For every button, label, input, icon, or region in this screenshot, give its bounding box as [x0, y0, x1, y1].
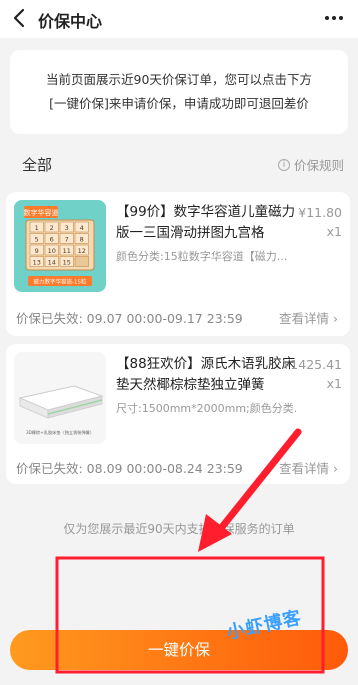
- puzzle-tile-number: 14: [48, 259, 56, 267]
- puzzle-tile: [74, 256, 89, 267]
- chevron-right-icon: ›: [333, 461, 338, 476]
- one-click-price-protect-button[interactable]: 一键价保: [10, 630, 348, 670]
- chevron-left-icon[interactable]: [8, 6, 32, 30]
- section-title-all: 全部: [22, 156, 53, 174]
- info-icon: i: [277, 158, 290, 171]
- chevron-right-icon: ›: [333, 311, 338, 326]
- product-thumbnail-mattress: 3D椰棕+乳胶床垫（独立袋装弹簧）: [14, 352, 106, 444]
- more-dots-icon[interactable]: [320, 6, 348, 30]
- puzzle-tile-number: 6: [50, 236, 54, 244]
- notice-line-1: 当前页面展示近90天价保订单，您可以点击下方: [46, 72, 312, 87]
- price-rules-link[interactable]: i 价保规则: [277, 155, 344, 174]
- product-spec: 颜色分类:15粒数字华容道【磁力...: [116, 250, 288, 263]
- view-details-label: 查看详情: [279, 311, 330, 326]
- puzzle-tile-number: 12: [78, 247, 86, 255]
- puzzle-tile-number: 10: [48, 247, 56, 255]
- puzzle-tile-number: 13: [33, 259, 41, 267]
- product-price: ¥11.80: [298, 205, 342, 220]
- thumb-caption: 3D椰棕+乳胶床垫（独立袋装弹簧）: [26, 429, 94, 436]
- puzzle-tile-number: 4: [80, 224, 84, 232]
- view-details-link[interactable]: 查看详情 ›: [279, 458, 338, 477]
- thumb-brand-text: 数字华容道: [24, 208, 59, 217]
- page-title: 价保中心: [38, 12, 103, 31]
- puzzle-tile-number: 1: [35, 224, 39, 232]
- product-quantity: x1: [326, 224, 342, 239]
- product-name[interactable]: 【99价】数字华容道儿童磁力版一三国滑动拼图九宫格: [116, 202, 296, 244]
- order-card[interactable]: 3D椰棕+乳胶床垫（独立袋装弹簧） 【88狂欢价】源氏木语乳胶床垫天然椰棕棕垫独…: [6, 344, 350, 484]
- puzzle-tile-number: 8: [80, 236, 84, 244]
- notice-line-2: [一键价保]来申请价保，申请成功即可退回差价: [49, 96, 309, 111]
- price-rules-label: 价保规则: [293, 158, 344, 173]
- puzzle-tile-number: 7: [65, 236, 69, 244]
- puzzle-tile-number: 11: [63, 247, 71, 255]
- view-details-label: 查看详情: [279, 461, 330, 476]
- top-bar: 价保中心: [0, 0, 358, 38]
- price-protect-status: 价保已失效: 09.07 00:00-09.17 23:59: [16, 311, 243, 326]
- product-thumbnail-puzzle: 数字华容道 1 2 3 4 5 6 7 8 9 10 11 12 13 14 15 磁力数字华容道-15粒: [14, 200, 106, 292]
- product-spec: 尺寸:1500mm*2000mm;颜色分类...: [116, 402, 298, 415]
- product-price: ¥1425.41: [282, 357, 342, 372]
- puzzle-tile-number: 15: [63, 259, 71, 267]
- footer-note: 仅为您展示最近90天内支持价保服务的订单: [63, 522, 295, 536]
- notice-box: 当前页面展示近90天价保订单，您可以点击下方 [一键价保]来申请价保，申请成功即…: [10, 50, 348, 134]
- product-quantity: x1: [326, 376, 342, 391]
- view-details-link[interactable]: 查看详情 ›: [279, 308, 338, 327]
- order-card[interactable]: 数字华容道 1 2 3 4 5 6 7 8 9 10 11 12 13 14 15 磁力数字华容道-15粒 …: [6, 192, 350, 336]
- thumb-caption: 磁力数字华容道-15粒: [34, 278, 87, 286]
- puzzle-tile-number: 5: [35, 236, 39, 244]
- puzzle-tile-number: 2: [50, 224, 54, 232]
- puzzle-tile-number: 9: [35, 247, 39, 255]
- puzzle-tile-number: 3: [65, 224, 69, 232]
- price-protect-status: 价保已失效: 08.09 00:00-08.24 23:59: [16, 461, 243, 476]
- product-name[interactable]: 【88狂欢价】源氏木语乳胶床垫天然椰棕棕垫独立弹簧: [116, 354, 296, 396]
